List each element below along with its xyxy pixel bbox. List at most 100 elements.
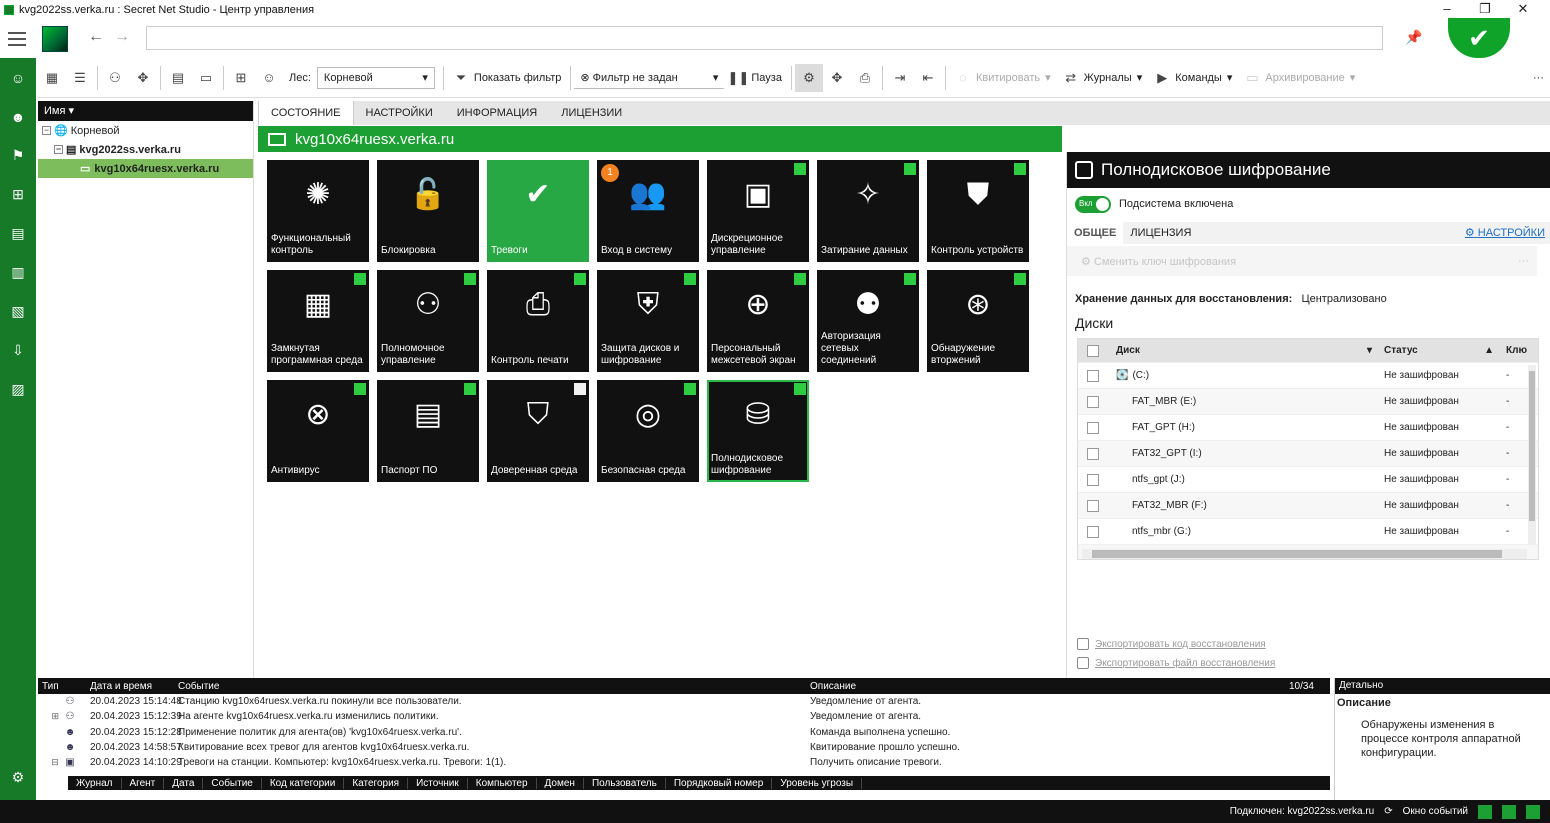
- tile-firewall[interactable]: ⊕ Персональный межсетевой экран: [707, 270, 809, 372]
- rail-journal-icon[interactable]: ▤: [0, 214, 36, 253]
- col-type[interactable]: Тип: [38, 681, 88, 692]
- tile-alarms[interactable]: ✔ Тревоги: [487, 160, 589, 262]
- horizontal-scrollbar[interactable]: [1082, 549, 1527, 559]
- more-button[interactable]: ···: [1527, 64, 1550, 92]
- minimize-button[interactable]: –: [1428, 0, 1466, 18]
- tab-settings[interactable]: НАСТРОЙКИ: [354, 101, 445, 125]
- tile-trusted-environment[interactable]: ⛉ Доверенная среда: [487, 380, 589, 482]
- tile-antivirus[interactable]: ⊗ Антивирус: [267, 380, 369, 482]
- row-checkbox[interactable]: [1087, 473, 1099, 486]
- menu-icon[interactable]: [8, 32, 26, 50]
- collapse-icon[interactable]: −: [54, 145, 63, 154]
- col-key[interactable]: Клю: [1500, 345, 1527, 356]
- rail-users-icon[interactable]: ☻: [0, 97, 36, 136]
- quit-button[interactable]: ◌ Квитировать ▾: [949, 64, 1057, 92]
- journals-button[interactable]: ⇄ Журналы ▾: [1057, 64, 1149, 92]
- group-column[interactable]: Источник: [408, 777, 468, 789]
- tab-general[interactable]: ОБЩЕЕ: [1067, 222, 1124, 244]
- rail-monitor-icon[interactable]: ⊞: [0, 175, 36, 214]
- change-key-button[interactable]: ⚙ Сменить ключ шифрования ···: [1067, 246, 1537, 276]
- table-row[interactable]: FAT32_MBR (F:) Не зашифрован -: [1078, 493, 1538, 519]
- rail-policy-icon[interactable]: ⚑: [0, 136, 36, 175]
- group-column[interactable]: Агент: [122, 777, 165, 789]
- commands-button[interactable]: ▶ Команды ▾: [1148, 64, 1238, 92]
- tree-node-workstation[interactable]: ▭ kvg10x64ruesx.verka.ru: [38, 159, 253, 178]
- forest-select[interactable]: Корневой ▾: [316, 66, 435, 89]
- row-checkbox[interactable]: [1087, 395, 1099, 408]
- row-checkbox[interactable]: [1087, 447, 1099, 460]
- group-column[interactable]: Пользователь: [584, 777, 666, 789]
- group-column[interactable]: Событие: [203, 777, 262, 789]
- tile-discretionary[interactable]: ▣ Дискреционное управление: [707, 160, 809, 262]
- connection-status[interactable]: Подключен: kvg2022ss.verka.ru: [1230, 806, 1375, 817]
- row-checkbox[interactable]: [1087, 525, 1099, 538]
- rail-settings-icon[interactable]: ⚙: [0, 758, 36, 797]
- group-column[interactable]: Порядковый номер: [666, 777, 773, 789]
- tree-header[interactable]: Имя ▾: [38, 101, 253, 121]
- tile-network-auth[interactable]: ⚉ Авторизация сетевых соединений: [817, 270, 919, 372]
- group-column[interactable]: Категория: [344, 777, 409, 789]
- table-row[interactable]: FAT32_GPT (I:) Не зашифрован -: [1078, 441, 1538, 467]
- export-button[interactable]: ⇤: [914, 64, 942, 92]
- log-row[interactable]: ☻ 20.04.2023 15:12:28 Применение политик…: [38, 725, 1330, 740]
- expand-icon[interactable]: ⊞: [52, 711, 66, 722]
- log-row[interactable]: ⊞ ⚇ 20.04.2023 15:12:39 На агенте kvg10x6…: [38, 709, 1330, 724]
- tile-full-disk-encryption[interactable]: ⛁ Полнодисковое шифрование: [707, 380, 809, 482]
- back-arrow-icon[interactable]: ←: [88, 28, 104, 46]
- refresh-icon[interactable]: ⟳: [1384, 806, 1392, 817]
- pause-button[interactable]: ❚❚ Пауза: [724, 64, 788, 92]
- tab-licenses[interactable]: ЛИЦЕНЗИИ: [549, 101, 634, 125]
- crosshair-button[interactable]: ✥: [823, 64, 851, 92]
- tile-logon[interactable]: 1 👥 Вход в систему: [597, 160, 699, 262]
- windows-button[interactable]: ⊞: [227, 64, 255, 92]
- tile-data-wipe[interactable]: ✧ Затирание данных: [817, 160, 919, 262]
- group-column[interactable]: Код категории: [262, 777, 345, 789]
- collapse-icon[interactable]: −: [42, 126, 51, 135]
- vertical-scrollbar[interactable]: [1528, 365, 1536, 545]
- group-column[interactable]: Домен: [537, 777, 584, 789]
- group-column[interactable]: Дата: [164, 777, 204, 789]
- col-disk[interactable]: Диск ▾: [1108, 345, 1378, 356]
- table-row[interactable]: FAT_MBR (E:) Не зашифрован -: [1078, 389, 1538, 415]
- rail-agent-icon[interactable]: ☺: [0, 58, 36, 97]
- table-row[interactable]: ntfs_gpt (J:) Не зашифрован -: [1078, 467, 1538, 493]
- tab-state[interactable]: СОСТОЯНИЕ: [258, 101, 354, 125]
- expand-icon[interactable]: [51, 742, 65, 753]
- group-column[interactable]: Компьютер: [468, 777, 537, 789]
- rail-download-icon[interactable]: ⇩: [0, 331, 36, 370]
- col-event[interactable]: Событие: [168, 681, 808, 692]
- tile-intrusion-detection[interactable]: ⊛ Обнаружение вторжений: [927, 270, 1029, 372]
- rail-reports-icon[interactable]: ▥: [0, 253, 36, 292]
- hierarchy-button[interactable]: ⚇: [101, 64, 129, 92]
- row-checkbox[interactable]: [1087, 421, 1099, 434]
- select-all-checkbox[interactable]: [1087, 344, 1099, 357]
- servers-button[interactable]: ▤: [164, 64, 192, 92]
- rail-clipboard-icon[interactable]: ▧: [0, 292, 36, 331]
- expand-icon[interactable]: ⊟: [51, 757, 65, 768]
- workstation-button[interactable]: ▭: [192, 64, 220, 92]
- col-description[interactable]: Описание: [808, 681, 1208, 692]
- group-column[interactable]: Уровень угрозы: [772, 777, 863, 789]
- tab-license[interactable]: ЛИЦЕНЗИЯ: [1123, 222, 1198, 244]
- print-button[interactable]: ⎙: [851, 64, 879, 92]
- list-view-button[interactable]: ☰: [66, 64, 94, 92]
- status-ok-icon[interactable]: ✔: [1448, 18, 1510, 58]
- export-code-link[interactable]: Экспортировать код восстановления: [1077, 638, 1266, 650]
- col-datetime[interactable]: Дата и время: [88, 681, 168, 692]
- import-button[interactable]: ⇥: [886, 64, 914, 92]
- rail-doc-icon[interactable]: ▨: [0, 370, 36, 409]
- table-row[interactable]: ntfs_mbr (G:) Не зашифрован -: [1078, 519, 1538, 545]
- tree-node-root[interactable]: − 🌐 Корневой: [38, 121, 253, 140]
- row-checkbox[interactable]: [1087, 499, 1099, 512]
- tile-lock[interactable]: 🔓 Блокировка: [377, 160, 479, 262]
- maximize-button[interactable]: ❐: [1466, 0, 1504, 18]
- user-button[interactable]: ☺: [255, 64, 283, 92]
- tile-device-control[interactable]: ⛊ Контроль устройств: [927, 160, 1029, 262]
- subsystem-toggle[interactable]: Вкл: [1075, 196, 1111, 213]
- export-file-link[interactable]: Экспортировать файл восстановления: [1077, 657, 1275, 669]
- tile-safe-environment[interactable]: ◎ Безопасная среда: [597, 380, 699, 482]
- tile-mandatory-control[interactable]: ⚇ Полномочное управление: [377, 270, 479, 372]
- settings-tool-button[interactable]: ⚙: [794, 63, 823, 92]
- tiles-view-button[interactable]: ▦: [38, 64, 66, 92]
- group-column[interactable]: Журнал: [68, 777, 122, 789]
